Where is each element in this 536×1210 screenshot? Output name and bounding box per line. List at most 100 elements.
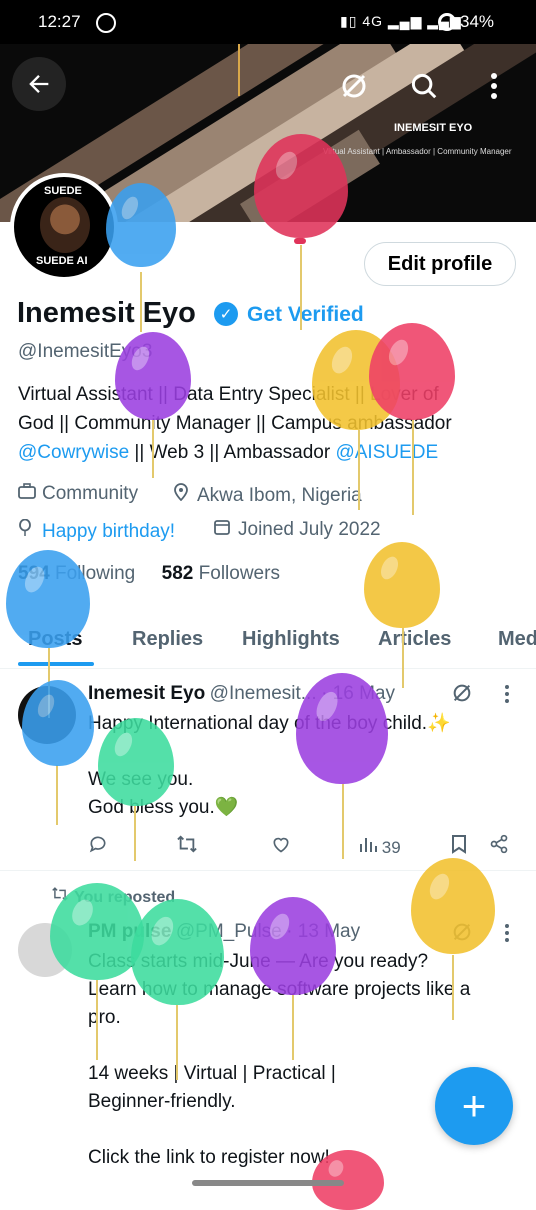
- followers-count: 582: [161, 563, 194, 584]
- tweet-line: We see you.: [88, 769, 194, 790]
- tab-replies[interactable]: Replies: [132, 628, 203, 651]
- edit-profile-button[interactable]: Edit profile: [364, 242, 516, 286]
- profile-avatar[interactable]: SUEDE SUEDE AI: [10, 173, 118, 281]
- repost-label: You reposted: [74, 889, 176, 906]
- calendar-icon: [214, 519, 232, 541]
- tweet-avatar[interactable]: [18, 686, 76, 744]
- tweet-line: Learn how to manage software projects li…: [88, 979, 471, 1000]
- mention-cowrywise[interactable]: @Cowrywise: [18, 442, 129, 463]
- profile-name: Inemesit Eyo: [17, 297, 196, 329]
- tab-articles[interactable]: Articles: [378, 628, 451, 651]
- bookmark-button[interactable]: [450, 834, 468, 859]
- views-count: 39: [381, 838, 401, 857]
- avatar-photo: [40, 197, 90, 253]
- verified-badge-icon: ✓: [214, 302, 238, 326]
- tweet-line: 14 weeks | Virtual | Practical |: [88, 1063, 336, 1084]
- tweet-author-name[interactable]: PM pulse: [88, 921, 171, 942]
- birthday-label[interactable]: Happy birthday!: [42, 521, 175, 542]
- balloon-icon: [18, 518, 36, 543]
- followers-link[interactable]: 582 Followers: [162, 563, 280, 584]
- like-button[interactable]: [271, 834, 291, 859]
- repost-indicator: You reposted: [50, 886, 175, 907]
- active-tab-indicator: [18, 662, 94, 666]
- tweet-card[interactable]: Inemesit Eyo @Inemesit... · 16 May Happy…: [0, 670, 536, 870]
- following-link[interactable]: 594 Following: [18, 563, 135, 584]
- bio-text: || Web 3 || Ambassador: [129, 442, 336, 463]
- compose-plus-icon: +: [461, 1082, 487, 1129]
- tweet-line: Click the link to register now!: [88, 1147, 330, 1168]
- reply-button[interactable]: [88, 834, 108, 859]
- profile-tabs: Posts Replies Highlights Articles Media: [0, 612, 536, 669]
- grok-icon: [342, 74, 366, 98]
- grok-icon[interactable]: [451, 682, 473, 704]
- location-label: Akwa Ibom, Nigeria: [197, 485, 362, 506]
- avatar-ring-text-bottom: SUEDE AI: [36, 255, 88, 267]
- tab-highlights[interactable]: Highlights: [242, 628, 340, 651]
- profile-joined: Joined July 2022: [214, 519, 381, 541]
- battery-icon: [438, 13, 456, 31]
- back-button[interactable]: [12, 57, 66, 111]
- grok-button[interactable]: [330, 64, 378, 108]
- tweet-date: · 13 May: [286, 921, 361, 942]
- tab-media[interactable]: Media: [498, 628, 536, 651]
- tweet-date: · 16 May: [321, 683, 395, 704]
- tweet-line: pro.: [88, 1007, 121, 1028]
- repost-icon: [52, 887, 68, 901]
- profile-category: Community: [18, 483, 138, 505]
- more-vertical-icon: [491, 73, 497, 99]
- whatsapp-icon: [96, 13, 116, 33]
- tweet-text: Happy International day of the boy child…: [88, 710, 451, 822]
- profile-bio: Virtual Assistant || Data Entry Speciali…: [18, 380, 518, 467]
- joined-label: Joined July 2022: [238, 519, 381, 540]
- tweet-line: Beginner-friendly.: [88, 1091, 236, 1112]
- following-count: 594: [18, 563, 50, 584]
- category-label: Community: [42, 483, 139, 504]
- search-button[interactable]: [400, 64, 448, 108]
- views-icon: [360, 838, 377, 852]
- more-vertical-icon[interactable]: [504, 923, 510, 943]
- tweet-author-handle: @Inemesit...: [209, 683, 317, 704]
- mention-aisuede[interactable]: @AISUEDE: [335, 442, 438, 463]
- tweet-line: God bless you.💚: [88, 797, 239, 818]
- more-vertical-icon[interactable]: [504, 684, 510, 704]
- search-icon: [411, 73, 437, 99]
- briefcase-icon: [18, 483, 36, 505]
- followers-label: Followers: [198, 563, 280, 584]
- share-icon: [490, 834, 508, 854]
- tweet-header: Inemesit Eyo @Inemesit... · 16 May: [88, 683, 395, 705]
- like-icon: [273, 837, 289, 853]
- avatar-ring-text-top: SUEDE: [44, 185, 82, 197]
- tweet-text: Class starts mid-June — Are you ready? L…: [88, 948, 470, 1172]
- share-button[interactable]: [489, 834, 509, 859]
- bio-line: Virtual Assistant || Data Entry Speciali…: [18, 384, 439, 405]
- banner-subtitle: Virtual Assistant | Ambassador | Communi…: [323, 147, 512, 156]
- home-indicator: [192, 1180, 344, 1186]
- bookmark-icon: [452, 835, 466, 854]
- bio-line: God || Community Manager || Campus ambas…: [18, 413, 452, 434]
- profile-handle: @InemesitEyo3: [18, 341, 153, 362]
- banner-title: INEMESIT EYO: [394, 122, 473, 134]
- views-button[interactable]: 39: [359, 835, 401, 858]
- tweet-header: PM pulse @PM_Pulse · 13 May: [88, 921, 360, 943]
- back-arrow-icon: [29, 75, 49, 93]
- get-verified-link[interactable]: Get Verified: [247, 303, 364, 327]
- reply-icon: [89, 836, 106, 853]
- grok-icon[interactable]: [451, 921, 473, 943]
- profile-location: Akwa Ibom, Nigeria: [173, 483, 362, 507]
- tweet-line: Class starts mid-June — Are you ready?: [88, 951, 429, 972]
- more-options-button[interactable]: [476, 64, 512, 108]
- status-bar: 12:27 ▮▯ 4G ▂▄▆ ▂▄▆ 34%: [0, 0, 536, 44]
- repost-icon: [177, 835, 197, 853]
- tweet-author-handle: @PM_Pulse: [175, 921, 282, 942]
- network-label: 4G: [362, 13, 383, 29]
- tweet-avatar[interactable]: [18, 923, 72, 977]
- repost-button[interactable]: [176, 834, 198, 859]
- location-pin-icon: [173, 483, 191, 507]
- tweet-author-name[interactable]: Inemesit Eyo: [88, 683, 205, 704]
- battery-percent: 34%: [460, 12, 495, 31]
- status-time: 12:27: [38, 12, 81, 31]
- tab-posts[interactable]: Posts: [28, 628, 82, 651]
- compose-button[interactable]: +: [435, 1067, 513, 1145]
- tweet-line: Happy International day of the boy child…: [88, 713, 451, 734]
- bio-line: @Cowrywise || Web 3 || Ambassador @AISUE…: [18, 438, 518, 467]
